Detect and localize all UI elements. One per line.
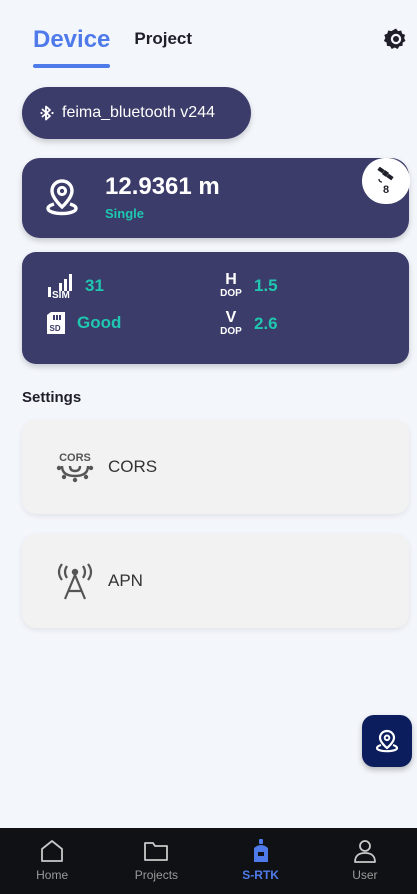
nav-s-rtk-label: S-RTK: [242, 868, 279, 882]
nav-user[interactable]: User: [313, 828, 417, 894]
nav-home-label: Home: [36, 868, 69, 882]
bluetooth-device-label: feima_bluetooth v244: [62, 104, 215, 121]
sim-signal-icon: SIM: [48, 274, 72, 299]
home-icon: [41, 840, 64, 862]
nav-projects-label: Projects: [134, 868, 179, 882]
satellite-count-badge[interactable]: 8: [362, 158, 410, 204]
nav-projects[interactable]: Projects: [104, 828, 208, 894]
settings-heading: Settings: [22, 389, 82, 406]
svg-text:SIM: SIM: [52, 290, 70, 299]
satellite-count: 8: [382, 183, 390, 196]
tab-project[interactable]: Project: [134, 29, 192, 68]
bluetooth-icon: [40, 105, 54, 121]
nav-user-label: User: [352, 868, 378, 882]
vdop-icon: V DOP: [220, 309, 242, 337]
apn-antenna-icon: [57, 563, 93, 600]
hdop-stat: H DOP 1.5: [218, 271, 278, 299]
sim-signal-stat: SIM 31: [45, 273, 104, 299]
vdop-value: 2.6: [254, 313, 278, 333]
nav-s-rtk[interactable]: S-RTK: [209, 828, 313, 894]
gear-icon[interactable]: [384, 27, 408, 51]
sd-card-value: Good: [77, 313, 122, 332]
nav-home[interactable]: Home: [0, 828, 104, 894]
signal-stats-card: SIM 31 SD Good H DOP 1.5 V DOP 2.6: [22, 252, 409, 364]
sim-signal-value: 31: [85, 276, 104, 295]
location-pin-icon: [376, 729, 398, 753]
top-tabs: Device Project: [33, 26, 192, 68]
solution-status: Single: [105, 206, 145, 221]
folder-icon: [144, 842, 169, 861]
apn-label: APN: [108, 571, 143, 590]
cors-label: CORS: [108, 457, 158, 476]
rtk-device-icon: [253, 839, 268, 862]
hdop-icon: H DOP: [220, 271, 242, 299]
svg-text:CORS: CORS: [59, 452, 91, 464]
hdop-value: 1.5: [254, 275, 278, 295]
user-icon: [353, 840, 376, 863]
satellite-icon: [377, 166, 394, 183]
svg-text:SD: SD: [50, 324, 61, 333]
sd-card-icon: SD: [47, 312, 65, 334]
cors-setting-card[interactable]: CORS CORS: [22, 420, 409, 514]
bluetooth-device-button[interactable]: feima_bluetooth v244: [22, 87, 251, 139]
position-accuracy-value: 12.9361 m: [105, 173, 220, 200]
sd-card-stat: SD Good: [45, 311, 121, 335]
location-fab-button[interactable]: [362, 715, 412, 767]
tab-device[interactable]: Device: [33, 26, 111, 68]
location-pin-icon: [46, 179, 78, 216]
bottom-nav: Home Projects S-RTK User: [0, 828, 417, 894]
apn-setting-card[interactable]: APN: [22, 534, 409, 628]
position-accuracy-card: 12.9361 m Single 8: [22, 158, 410, 238]
cors-icon: CORS: [56, 452, 94, 483]
vdop-stat: V DOP 2.6: [218, 309, 278, 337]
